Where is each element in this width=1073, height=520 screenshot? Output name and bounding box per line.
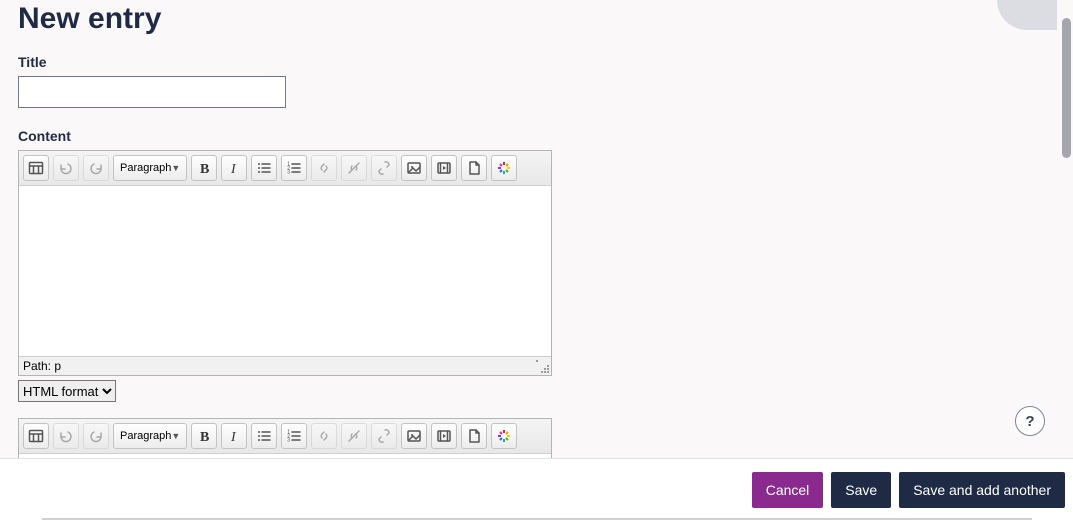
- editor-path: Path: p: [23, 359, 61, 373]
- title-label: Title: [18, 54, 1073, 70]
- help-button[interactable]: ?: [1015, 406, 1045, 436]
- link-button[interactable]: [311, 155, 337, 181]
- save-button[interactable]: Save: [831, 472, 891, 508]
- page-title: New entry: [0, 0, 1073, 36]
- bullet-list-button[interactable]: [251, 423, 277, 449]
- svg-text:3: 3: [287, 438, 290, 444]
- toggle-toolbar-button[interactable]: [23, 423, 49, 449]
- save-and-add-another-button[interactable]: Save and add another: [899, 472, 1065, 508]
- paragraph-format-label: Paragraph: [120, 430, 171, 442]
- content-format-select[interactable]: HTML format: [18, 380, 116, 402]
- svg-text:I: I: [230, 162, 237, 176]
- image-button[interactable]: [401, 155, 427, 181]
- svg-text:B: B: [200, 430, 209, 444]
- svg-text:B: B: [200, 162, 209, 176]
- link-button[interactable]: [311, 423, 337, 449]
- unlink-button[interactable]: [341, 423, 367, 449]
- content-editor-body[interactable]: [19, 186, 551, 356]
- bold-button[interactable]: B: [191, 155, 217, 181]
- image-button[interactable]: [401, 423, 427, 449]
- svg-text:3: 3: [287, 170, 290, 176]
- scrollbar-track[interactable]: [1059, 0, 1073, 455]
- redo-button[interactable]: [83, 155, 109, 181]
- scrollbar-thumb[interactable]: [1062, 18, 1071, 158]
- accessibility-checker-button[interactable]: [491, 423, 517, 449]
- anchor-button[interactable]: [371, 423, 397, 449]
- undo-button[interactable]: [53, 423, 79, 449]
- redo-button[interactable]: [83, 423, 109, 449]
- anchor-button[interactable]: [371, 155, 397, 181]
- secondary-editor-toolbar: Paragraph ▼ B I 123: [19, 419, 551, 454]
- file-button[interactable]: [461, 155, 487, 181]
- bullet-list-button[interactable]: [251, 155, 277, 181]
- editor-toolbar: Paragraph ▼ B I 1 2 3: [19, 151, 551, 186]
- content-editor: Paragraph ▼ B I 1 2 3: [18, 150, 552, 376]
- paragraph-format-select[interactable]: Paragraph ▼: [113, 155, 187, 181]
- unlink-button[interactable]: [341, 155, 367, 181]
- toggle-toolbar-button[interactable]: [23, 155, 49, 181]
- bold-button[interactable]: B: [191, 423, 217, 449]
- title-input[interactable]: [18, 76, 286, 108]
- content-label: Content: [18, 128, 1073, 144]
- accessibility-checker-button[interactable]: [491, 155, 517, 181]
- file-button[interactable]: [461, 423, 487, 449]
- cancel-button[interactable]: Cancel: [752, 472, 824, 508]
- chevron-down-icon: ▼: [171, 163, 180, 173]
- italic-button[interactable]: I: [221, 155, 247, 181]
- help-icon: ?: [1025, 413, 1034, 430]
- media-button[interactable]: [431, 155, 457, 181]
- media-button[interactable]: [431, 423, 457, 449]
- paragraph-format-label: Paragraph: [120, 162, 171, 174]
- chevron-down-icon: ▼: [171, 431, 180, 441]
- resize-handle[interactable]: [536, 360, 550, 374]
- svg-text:I: I: [230, 430, 237, 444]
- editor-status-bar: Path: p: [19, 356, 551, 375]
- numbered-list-button[interactable]: 123: [281, 423, 307, 449]
- paragraph-format-select[interactable]: Paragraph ▼: [113, 423, 187, 449]
- undo-button[interactable]: [53, 155, 79, 181]
- numbered-list-button[interactable]: 1 2 3: [281, 155, 307, 181]
- footer-bar: Cancel Save Save and add another: [0, 458, 1073, 520]
- italic-button[interactable]: I: [221, 423, 247, 449]
